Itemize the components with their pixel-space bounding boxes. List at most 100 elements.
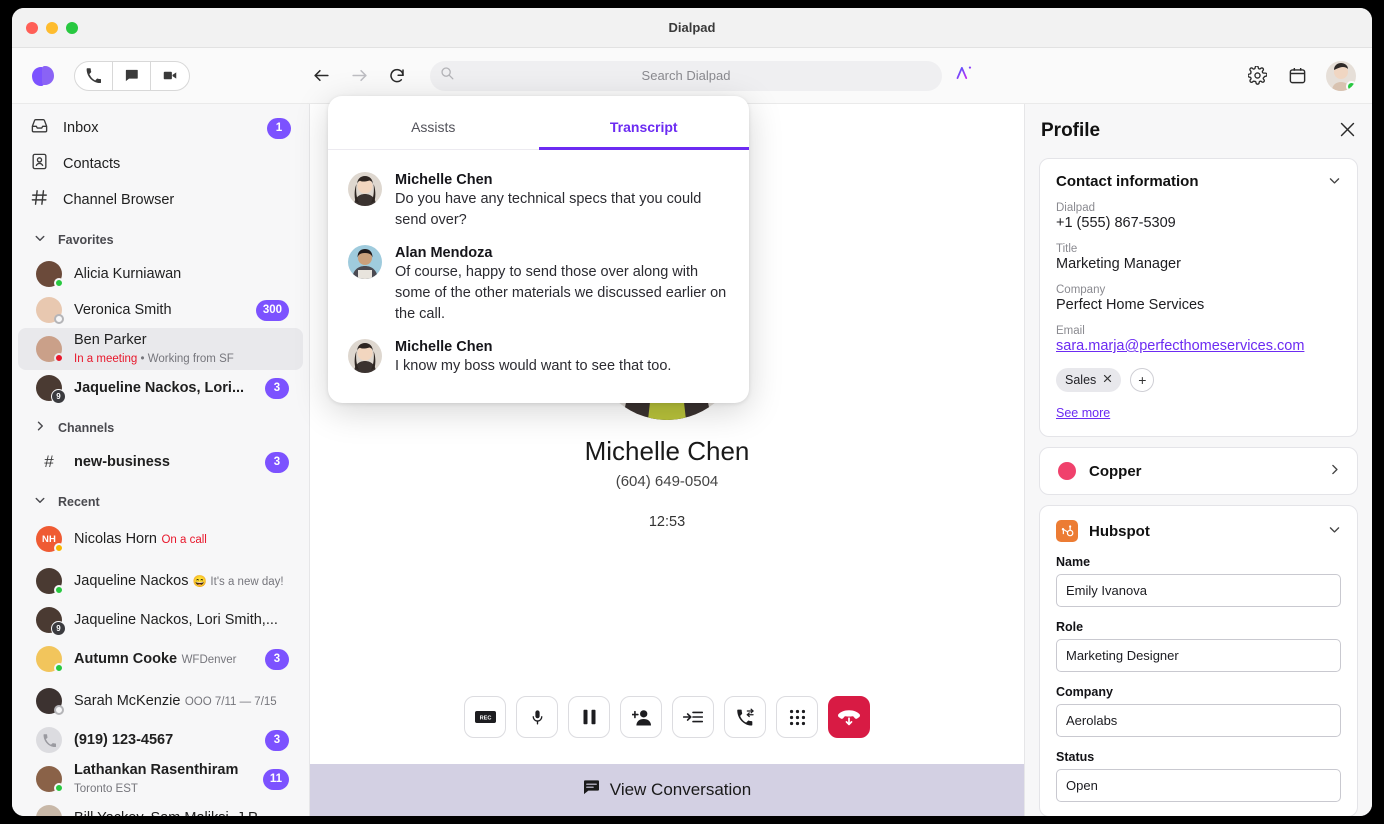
remove-tag-icon[interactable] [1103,374,1112,386]
mute-button[interactable] [516,696,558,738]
contact-information-header[interactable]: Contact information [1056,173,1341,190]
unread-badge: 300 [256,300,289,321]
list-item[interactable]: Sarah McKenzie OOO 7/11 — 7/15 [18,680,303,722]
move-to-queue-button[interactable] [672,696,714,738]
unread-badge: 11 [263,769,289,790]
minimize-window-button[interactable] [46,22,58,34]
search-bar[interactable] [430,61,942,91]
tag-sales[interactable]: Sales [1056,368,1121,392]
copper-card[interactable]: Copper [1039,447,1358,495]
section-title: Recent [58,495,100,509]
add-participant-button[interactable] [620,696,662,738]
sidebar-item-contacts[interactable]: Contacts [12,146,309,182]
field-label-dialpad: Dialpad [1056,202,1341,214]
record-button[interactable]: REC [464,696,506,738]
app-window: Dialpad [12,8,1372,816]
avatar[interactable] [1326,61,1356,91]
gear-icon[interactable] [1246,65,1268,87]
close-window-button[interactable] [26,22,38,34]
see-more-link[interactable]: See more [1056,406,1110,420]
forward-button[interactable] [348,65,370,87]
ai-assistant-button[interactable] [956,64,978,87]
list-item[interactable]: Jaqueline Nackos 😄 It's a new day! [18,560,303,602]
field-value-email[interactable]: sara.marja@perfecthomeservices.com [1056,338,1341,354]
copper-card-header[interactable]: Copper [1056,460,1341,482]
copper-icon [1056,460,1078,482]
field-label-title: Title [1056,243,1341,255]
hubspot-card-header[interactable]: Hubspot [1056,520,1341,542]
profile-panel: Profile Contact information Dialpad +1 (… [1024,104,1372,816]
field-value-title: Marketing Manager [1056,256,1341,272]
unread-badge: 3 [265,378,289,399]
hubspot-role-field[interactable] [1056,639,1341,672]
keypad-button[interactable] [776,696,818,738]
unread-badge: 3 [265,649,289,670]
list-item[interactable]: 9 Jaqueline Nackos, Lori... 3 [18,370,303,406]
avatar [36,261,62,287]
add-tag-button[interactable]: + [1130,368,1154,392]
list-item[interactable]: (919) 123-4567 3 [18,722,303,758]
sidebar-item-label: Channel Browser [63,192,291,208]
tag-row: Sales + [1056,368,1341,392]
list-item[interactable]: 9 Jaqueline Nackos, Lori Smith,... [18,602,303,638]
tab-assists[interactable]: Assists [328,96,539,149]
transfer-button[interactable] [724,696,766,738]
hubspot-card: Hubspot Name Role Company Status [1039,505,1358,816]
list-item[interactable]: Veronica Smith 300 [18,292,303,328]
window-traffic-lights [26,22,78,34]
list-item-name: Jaqueline Nackos, Lori... [74,380,244,396]
form-label-name: Name [1056,555,1341,569]
list-item-name: Veronica Smith [74,302,172,318]
avatar [36,766,62,792]
hubspot-name-field[interactable] [1056,574,1341,607]
video-mode-button[interactable] [151,62,189,90]
chevron-down-icon[interactable] [1328,174,1341,190]
list-item[interactable]: Lathankan Rasenthiram Toronto EST 11 [18,758,303,800]
message-mode-button[interactable] [113,62,151,90]
sidebar-item-channel-browser[interactable]: Channel Browser [12,182,309,218]
page-title: Profile [1041,120,1100,142]
hangup-button[interactable] [828,696,870,738]
avatar-group: 9 [36,375,62,401]
section-title: Channels [58,421,114,435]
sidebar-section-recent[interactable]: Recent [12,486,309,518]
card-title: Hubspot [1089,523,1150,540]
sidebar-section-favorites[interactable]: Favorites [12,224,309,256]
toolbar-right-actions [1246,61,1356,91]
hubspot-icon [1056,520,1078,542]
chevron-right-icon[interactable] [1328,463,1341,479]
search-input[interactable] [430,61,942,91]
calendar-icon[interactable] [1286,65,1308,87]
back-button[interactable] [310,65,332,87]
phone-mode-button[interactable] [75,62,113,90]
list-item-channel[interactable]: # new-business 3 [18,444,303,480]
chevron-down-icon[interactable] [1328,523,1341,539]
hold-button[interactable] [568,696,610,738]
hubspot-company-field[interactable] [1056,704,1341,737]
tab-transcript[interactable]: Transcript [539,96,750,149]
list-item[interactable]: 24 Bill Yackey, Sam Maliksi, J.P.... [18,800,303,816]
avatar [36,646,62,672]
card-title: Copper [1089,463,1142,480]
close-icon[interactable] [1339,121,1356,142]
list-item-selected[interactable]: Ben Parker In a meeting • Working from S… [18,328,303,370]
list-item-subtitle: Toronto EST [74,783,138,795]
list-item[interactable]: NH Nicolas Horn On a call [18,518,303,560]
call-timer: 12:53 [649,514,685,530]
view-conversation-button[interactable]: View Conversation [310,764,1024,816]
chevron-right-icon [34,419,46,437]
list-item[interactable]: Autumn Cooke WFDenver 3 [18,638,303,680]
hubspot-status-field[interactable] [1056,769,1341,802]
reload-button[interactable] [386,65,408,87]
list-item-status: In a meeting [74,353,137,365]
sidebar-item-inbox[interactable]: Inbox 1 [12,110,309,146]
avatar [36,297,62,323]
maximize-window-button[interactable] [66,22,78,34]
presence-indicator [54,585,64,595]
navigation-controls [310,65,408,87]
sidebar-section-channels[interactable]: Channels [12,412,309,444]
list-item-name: Alicia Kurniawan [74,266,181,282]
list-item[interactable]: Alicia Kurniawan [18,256,303,292]
transcript-message: Michelle Chen I know my boss would want … [348,339,729,377]
group-count-badge: 9 [51,389,66,404]
